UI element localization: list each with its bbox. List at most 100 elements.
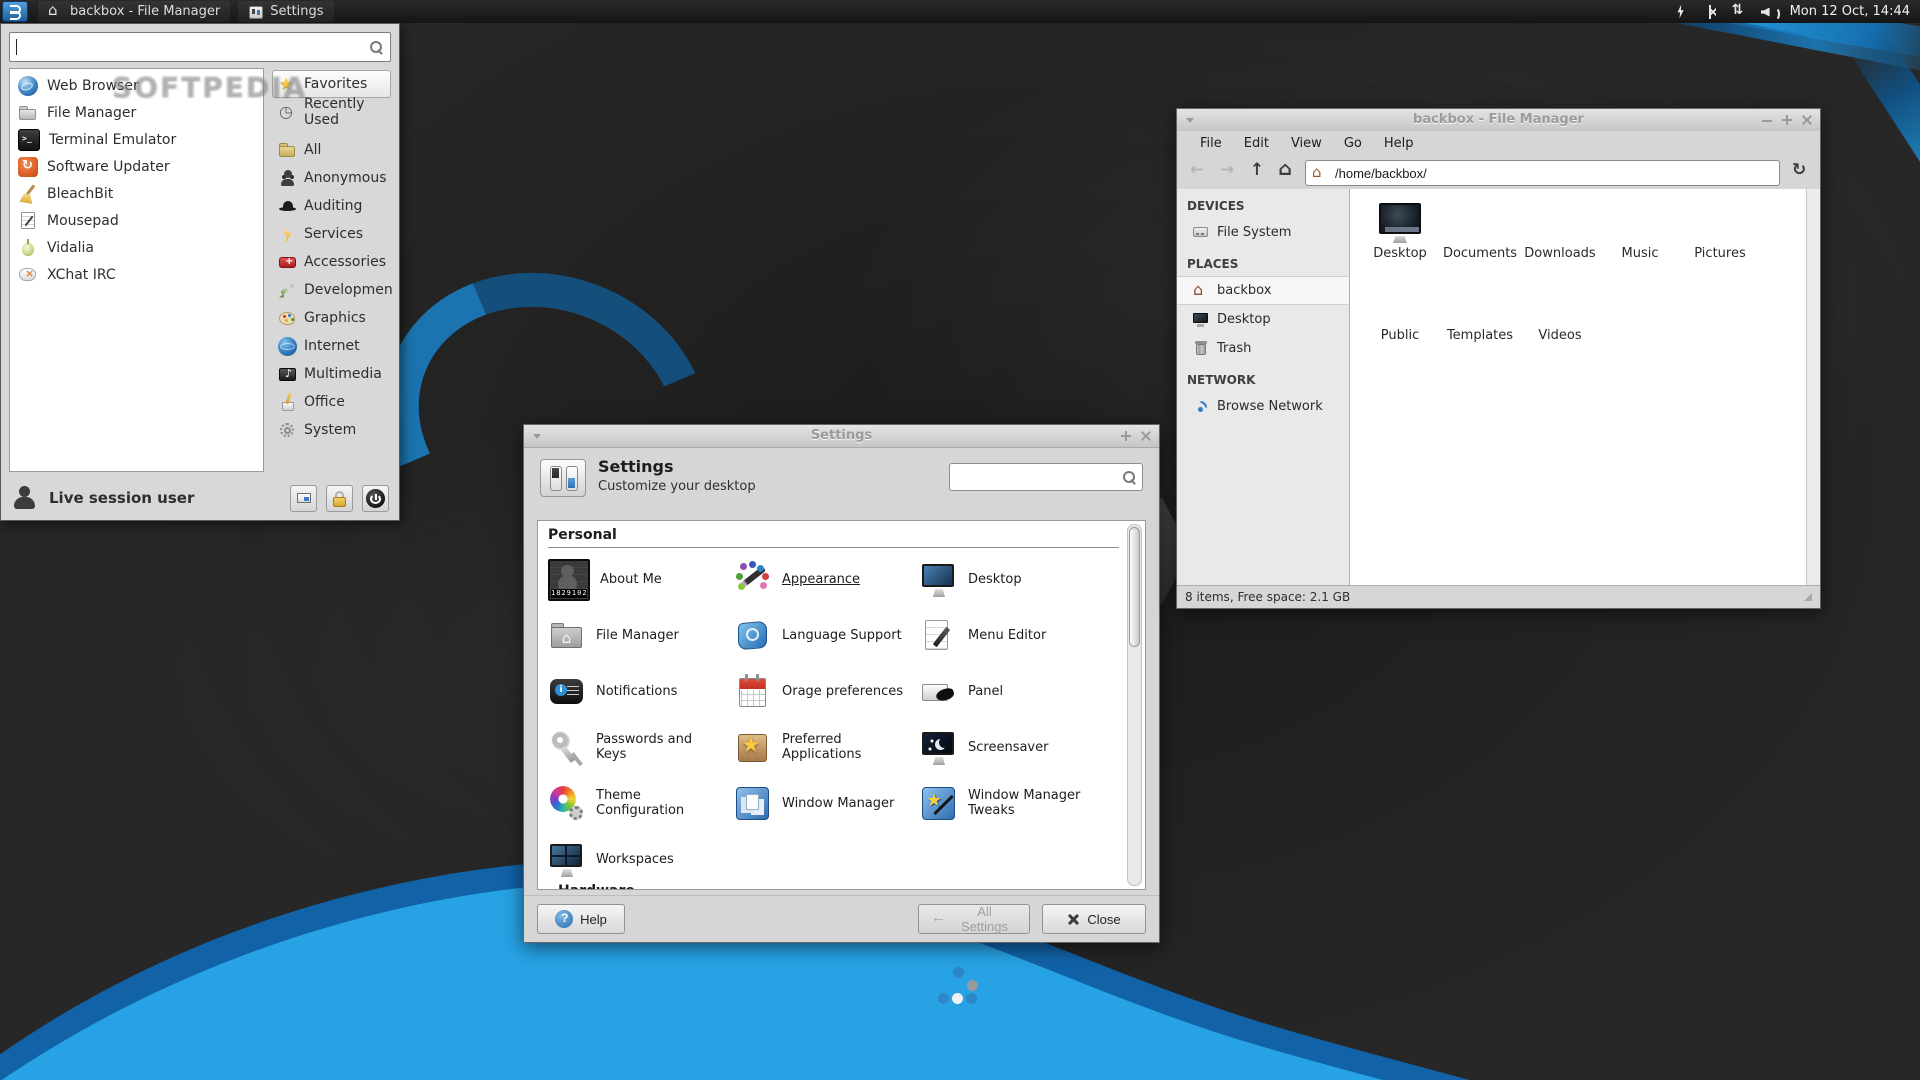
folder-item[interactable]: Pictures — [1680, 201, 1760, 283]
folder-item[interactable]: Videos — [1520, 283, 1600, 365]
folder-item[interactable]: Desktop — [1360, 201, 1440, 283]
menu-category-item[interactable]: Graphics — [272, 304, 391, 332]
loading-spinner — [936, 965, 986, 1010]
close-button[interactable] — [1139, 429, 1153, 443]
sidebar-header-network: NETWORK — [1177, 363, 1349, 392]
menu-app-item[interactable]: BleachBit — [10, 180, 263, 207]
settings-item[interactable]: Window Manager — [734, 785, 920, 823]
menu-footer: Live session user — [1, 476, 399, 520]
close-button[interactable] — [1800, 113, 1814, 127]
menu-app-item[interactable]: XChat IRC — [10, 261, 263, 288]
menu-search-box[interactable] — [9, 32, 391, 62]
menu-category-item[interactable]: Office — [272, 388, 391, 416]
settings-search-input[interactable] — [955, 469, 1121, 486]
menu-category-item[interactable]: Anonymous — [272, 164, 391, 192]
settings-item[interactable]: Passwords and Keys — [548, 729, 734, 767]
menu-app-item[interactable]: Software Updater — [10, 153, 263, 180]
settings-item[interactable]: Orage preferences — [734, 673, 920, 711]
menu-app-item[interactable]: Web Browser — [10, 72, 263, 99]
settings-item[interactable]: Desktop — [920, 561, 1119, 599]
menu-footer-button[interactable] — [326, 485, 353, 512]
file-manager-titlebar[interactable]: backbox - File Manager — [1177, 109, 1820, 132]
path-bar[interactable] — [1305, 160, 1780, 186]
file-manager-icon — [18, 103, 38, 123]
folder-item[interactable]: Music — [1600, 201, 1680, 283]
menubar-item[interactable]: Edit — [1233, 133, 1280, 154]
up-button[interactable] — [1245, 160, 1269, 184]
path-input[interactable] — [1333, 165, 1773, 182]
backbox-menu-button[interactable] — [2, 1, 28, 22]
menubar-item[interactable]: Help — [1373, 133, 1425, 154]
folder-item[interactable]: Downloads — [1520, 201, 1600, 283]
sidebar-item[interactable]: Browse Network — [1177, 392, 1349, 421]
menu-footer-button[interactable] — [362, 485, 389, 512]
menubar-item[interactable]: View — [1280, 133, 1333, 154]
menu-app-item[interactable]: Vidalia — [10, 234, 263, 261]
minimize-button[interactable] — [1760, 113, 1774, 127]
help-button[interactable]: Help — [537, 904, 625, 934]
forward-button[interactable] — [1215, 160, 1239, 184]
back-button[interactable] — [1185, 160, 1209, 184]
settings-search-box[interactable] — [949, 463, 1143, 491]
menu-search-input[interactable] — [21, 38, 368, 56]
sidebar-item[interactable]: File System — [1177, 218, 1349, 247]
settings-item[interactable]: Language Support — [734, 617, 920, 655]
battery-icon[interactable] — [1673, 4, 1689, 20]
sidebar-item[interactable]: backbox — [1177, 276, 1349, 305]
folder-item[interactable]: Templates — [1440, 283, 1520, 365]
close-settings-button[interactable]: Close — [1042, 904, 1146, 934]
menubar-item[interactable]: Go — [1333, 133, 1373, 154]
menu-category-item[interactable]: Services — [272, 220, 391, 248]
menu-category-item[interactable]: Multimedia — [272, 360, 391, 388]
folder-item[interactable]: Documents — [1440, 201, 1520, 283]
volume-icon[interactable] — [1760, 4, 1776, 20]
menu-app-item[interactable]: Mousepad — [10, 207, 263, 234]
settings-item[interactable]: Preferred Applications — [734, 729, 920, 767]
settings-item[interactable]: Screensaver — [920, 729, 1119, 767]
maximize-button[interactable] — [1119, 429, 1133, 443]
menubar-item[interactable]: File — [1189, 133, 1233, 154]
settings-item[interactable]: File Manager — [548, 617, 734, 655]
settings-titlebar[interactable]: Settings — [524, 425, 1159, 448]
settings-item[interactable]: Panel — [920, 673, 1119, 711]
all-settings-button[interactable]: All Settings — [918, 904, 1030, 934]
menu-category-item[interactable]: All — [272, 136, 391, 164]
terminal-icon — [18, 129, 40, 151]
settings-item[interactable]: 1829102 About Me — [548, 559, 734, 601]
resize-grip[interactable] — [1804, 593, 1812, 601]
menu-category-item[interactable]: Accessories — [272, 248, 391, 276]
scrollbar-thumb[interactable] — [1129, 527, 1140, 647]
menu-category-item[interactable]: Auditing — [272, 192, 391, 220]
home-button[interactable] — [1273, 160, 1297, 184]
menu-category-item[interactable]: Internet — [272, 332, 391, 360]
scrollbar[interactable] — [1806, 189, 1820, 586]
sidebar-item[interactable]: Desktop — [1177, 305, 1349, 334]
settings-item[interactable]: Window Manager Tweaks — [920, 785, 1119, 823]
menu-category-label: Office — [304, 394, 345, 410]
menu-app-item[interactable]: File Manager — [10, 99, 263, 126]
menu-footer-button[interactable] — [290, 485, 317, 512]
settings-item[interactable]: Appearance — [734, 561, 920, 599]
menu-category-item[interactable]: Recently Used — [272, 98, 391, 126]
taskbar-window-button[interactable]: backbox - File Manager — [38, 1, 230, 22]
menu-app-item[interactable]: Terminal Emulator — [10, 126, 263, 153]
refresh-button[interactable] — [1788, 160, 1812, 184]
sidebar-item[interactable]: Trash — [1177, 334, 1349, 363]
settings-item[interactable]: Notifications — [548, 673, 734, 711]
bluetooth-icon[interactable] — [1702, 4, 1718, 20]
menu-category-item[interactable]: Favorites — [272, 70, 391, 98]
maximize-button[interactable] — [1780, 113, 1794, 127]
folder-item[interactable]: Public — [1360, 283, 1440, 365]
settings-item[interactable]: Theme Configuration — [548, 785, 734, 823]
settings-item-label: Screensaver — [968, 741, 1048, 756]
clock[interactable]: Mon 12 Oct, 14:44 — [1790, 4, 1910, 19]
menu-category-item[interactable]: Development — [272, 276, 391, 304]
menu-category-item[interactable]: System — [272, 416, 391, 444]
taskbar-window-button[interactable]: Settings — [238, 1, 333, 22]
network-icon[interactable] — [1731, 4, 1747, 20]
user-label: Live session user — [49, 489, 194, 507]
settings-item[interactable]: Menu Editor — [920, 617, 1119, 655]
status-text: 8 items, Free space: 2.1 GB — [1185, 590, 1350, 604]
scrollbar[interactable] — [1127, 524, 1142, 886]
settings-item[interactable]: Workspaces — [548, 841, 734, 879]
